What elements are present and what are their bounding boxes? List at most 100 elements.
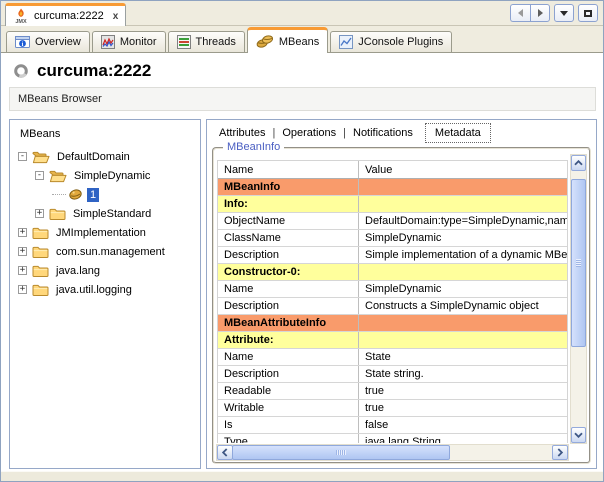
table-row[interactable]: Readabletrue (218, 383, 567, 400)
tree-item-defaultdomain[interactable]: - DefaultDomain (10, 147, 200, 166)
scroll-down-button[interactable] (571, 427, 586, 443)
closed-folder-icon (32, 226, 49, 240)
overview-icon: i (15, 35, 30, 49)
row-value-cell: Constructs a SimpleDynamic object (358, 298, 567, 314)
table-row[interactable]: Isfalse (218, 417, 567, 434)
vertical-scrollbar-thumb[interactable] (571, 179, 586, 347)
tree-item-label: DefaultDomain (54, 150, 133, 164)
detail-tab-metadata[interactable]: Metadata (425, 123, 491, 143)
tab-threads[interactable]: Threads (168, 31, 245, 52)
mbeans-browser-label: MBeans Browser (18, 93, 102, 105)
connection-tab[interactable]: JMX curcuma:2222 x (5, 3, 126, 26)
closed-folder-icon (32, 283, 49, 297)
table-row[interactable]: NameState (218, 349, 567, 366)
tree-item-com-sun-management[interactable]: + com.sun.management (10, 242, 200, 261)
table-row[interactable]: NameSimpleDynamic (218, 281, 567, 298)
close-icon[interactable]: x (113, 11, 119, 22)
row-value-cell: State (358, 349, 567, 365)
column-header-name[interactable]: Name (218, 161, 358, 178)
tree-item-jmimplementation[interactable]: +JMImplementation (10, 223, 200, 242)
expand-toggle-icon[interactable]: + (18, 228, 27, 237)
row-value-cell: true (358, 383, 567, 399)
row-name-cell: Is (218, 417, 358, 433)
scroll-right-button[interactable] (552, 445, 568, 460)
tree-item-java-util-logging[interactable]: +java.util.logging (10, 280, 200, 299)
scroll-up-button[interactable] (571, 155, 586, 171)
minimize-button[interactable] (554, 4, 574, 22)
expand-toggle-icon[interactable]: + (18, 266, 27, 275)
svg-text:JMX: JMX (15, 19, 27, 24)
detail-tab-operations[interactable]: Operations (278, 125, 340, 141)
tab-monitor[interactable]: Monitor (92, 31, 166, 52)
row-name-cell: ObjectName (218, 213, 358, 229)
tab-label: Threads (196, 36, 236, 48)
metadata-table: Name Value MBeanInfoInfo:ObjectNameDefau… (217, 160, 568, 443)
scroll-tabs-back-button[interactable] (510, 4, 530, 22)
tree-item-label: com.sun.management (53, 245, 168, 259)
square-icon (584, 10, 592, 17)
tab-label: Overview (35, 36, 81, 48)
tab-jconsole-plugins[interactable]: JConsole Plugins (330, 31, 452, 52)
tab-mbeans[interactable]: MBeans (247, 27, 328, 53)
tree-item-simpledynamic[interactable]: - SimpleDynamic (10, 166, 200, 185)
tree-item-label: SimpleDynamic (71, 169, 153, 183)
row-value-cell (358, 264, 567, 280)
row-name-cell: Description (218, 366, 358, 382)
horizontal-scrollbar[interactable] (216, 444, 569, 461)
row-name-cell: MBeanInfo (218, 179, 358, 195)
frame-bottom-edge (1, 471, 603, 481)
tree-title: MBeans (10, 120, 200, 147)
mbeaninfo-box-title: MBeanInfo (223, 141, 284, 153)
row-name-cell: Attribute: (218, 332, 358, 348)
table-row[interactable]: Typejava.lang.String (218, 434, 567, 443)
table-row[interactable]: ObjectNameDefaultDomain:type=SimpleDynam… (218, 213, 567, 230)
expand-toggle-icon[interactable]: + (18, 285, 27, 294)
table-row[interactable]: DescriptionSimple implementation of a dy… (218, 247, 567, 264)
table-body: MBeanInfoInfo:ObjectNameDefaultDomain:ty… (218, 179, 567, 443)
tab-separator: | (272, 127, 275, 139)
connection-tab-label: curcuma:2222 (34, 10, 104, 22)
tree-item-simplestandard[interactable]: +SimpleStandard (10, 204, 200, 223)
expand-toggle-icon[interactable]: + (18, 247, 27, 256)
table-row[interactable]: MBeanInfo (218, 179, 567, 196)
vertical-scrollbar[interactable] (570, 154, 587, 444)
scroll-tabs-forward-button[interactable] (530, 4, 550, 22)
maximize-button[interactable] (578, 4, 598, 22)
tab-label: JConsole Plugins (358, 36, 443, 48)
row-value-cell (358, 179, 567, 195)
horizontal-scrollbar-thumb[interactable] (232, 445, 450, 460)
mbeans-page: curcuma:2222 MBeans Browser MBeans - Defa… (1, 53, 603, 471)
table-row[interactable]: MBeanAttributeInfo (218, 315, 567, 332)
table-row[interactable]: DescriptionState string. (218, 366, 567, 383)
tree-item-label: java.lang (53, 264, 103, 278)
page-title: curcuma:2222 (13, 61, 151, 81)
table-row[interactable]: Attribute: (218, 332, 567, 349)
detail-tab-notifications[interactable]: Notifications (349, 125, 417, 141)
scroll-left-button[interactable] (217, 445, 233, 460)
row-name-cell: Readable (218, 383, 358, 399)
collapse-toggle-icon[interactable]: - (18, 152, 27, 161)
table-row[interactable]: ClassNameSimpleDynamic (218, 230, 567, 247)
table-row[interactable]: Constructor-0: (218, 264, 567, 281)
frame-controls (510, 4, 598, 22)
column-header-value[interactable]: Value (358, 161, 567, 178)
tree-item-1[interactable]: 1 (10, 185, 200, 204)
closed-folder-icon (32, 245, 49, 259)
tab-overview[interactable]: i Overview (6, 31, 90, 52)
main-tabbar: i Overview Monitor Threads MBeans JConsole Pl… (1, 26, 603, 53)
mbeans-browser-bar: MBeans Browser (9, 87, 596, 111)
table-row[interactable]: DescriptionConstructs a SimpleDynamic ob… (218, 298, 567, 315)
connection-status-icon (13, 63, 29, 79)
jconsole-plugins-icon (339, 35, 353, 49)
tree-item-java-lang[interactable]: + java.lang (10, 261, 200, 280)
expand-toggle-icon[interactable]: + (35, 209, 44, 218)
collapse-toggle-icon[interactable]: - (35, 171, 44, 180)
table-row[interactable]: Info: (218, 196, 567, 213)
detail-tab-attributes[interactable]: Attributes (215, 125, 269, 141)
monitor-icon (101, 35, 115, 49)
table-row[interactable]: Writabletrue (218, 400, 567, 417)
mbean-detail-panel: Attributes|Operations|NotificationsMetad… (206, 119, 597, 469)
row-name-cell: ClassName (218, 230, 358, 246)
row-name-cell: Writable (218, 400, 358, 416)
row-value-cell (358, 332, 567, 348)
